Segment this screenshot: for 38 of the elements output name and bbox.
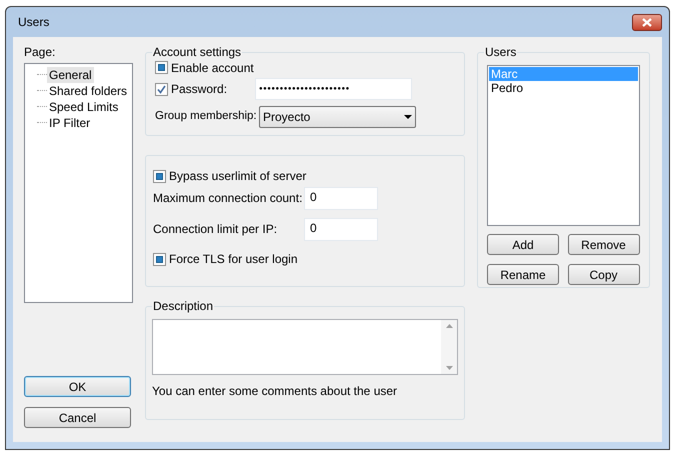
checkbox[interactable] [155,82,168,96]
number-field[interactable]: 0 [304,218,378,240]
dialog-button[interactable]: Rename [487,264,559,285]
checkbox[interactable] [153,170,166,182]
field-label: Connection limit per IP: [153,221,278,238]
dialog-button[interactable]: Copy [568,264,640,285]
field-label: Maximum connection count: [153,190,304,207]
group-title: Description [152,299,214,313]
page-label: Page: [24,45,56,59]
checkbox[interactable] [155,61,168,74]
close-button[interactable] [632,14,662,30]
group-title: Account settings [152,45,242,59]
dialog-button[interactable]: Cancel [24,407,131,428]
tree-item[interactable]: Speed Limits [47,99,120,115]
number-field[interactable]: 0 [304,186,378,210]
group-dropdown[interactable]: Proyecto [259,106,416,128]
description-field[interactable] [152,319,458,375]
scroll-up-icon [446,324,452,328]
window-title: Users [17,14,50,31]
dropdown-arrow-icon [404,115,412,119]
dialog-button[interactable]: OK [24,376,131,397]
scrollbar[interactable] [441,320,457,374]
checkbox-label: Password: [171,81,228,98]
group-title: Users [484,45,518,59]
close-icon [642,18,652,26]
tree-item[interactable]: IP Filter [47,115,92,131]
description-hint: You can enter some comments about the user [152,383,398,400]
checkbox[interactable] [153,252,166,266]
user-item[interactable]: Pedro [489,81,638,95]
checkbox-label: Bypass userlimit of server [169,168,306,185]
checkbox-label: Enable account [171,60,254,76]
field-label: Group membership: [155,109,258,124]
tree-item[interactable]: Shared folders [47,83,130,99]
checkbox-label: Force TLS for user login [169,251,298,268]
dialog-button[interactable]: Add [487,234,559,255]
tree-item[interactable]: General [47,67,94,83]
scroll-down-icon [446,366,452,370]
dialog-button[interactable]: Remove [568,234,640,255]
